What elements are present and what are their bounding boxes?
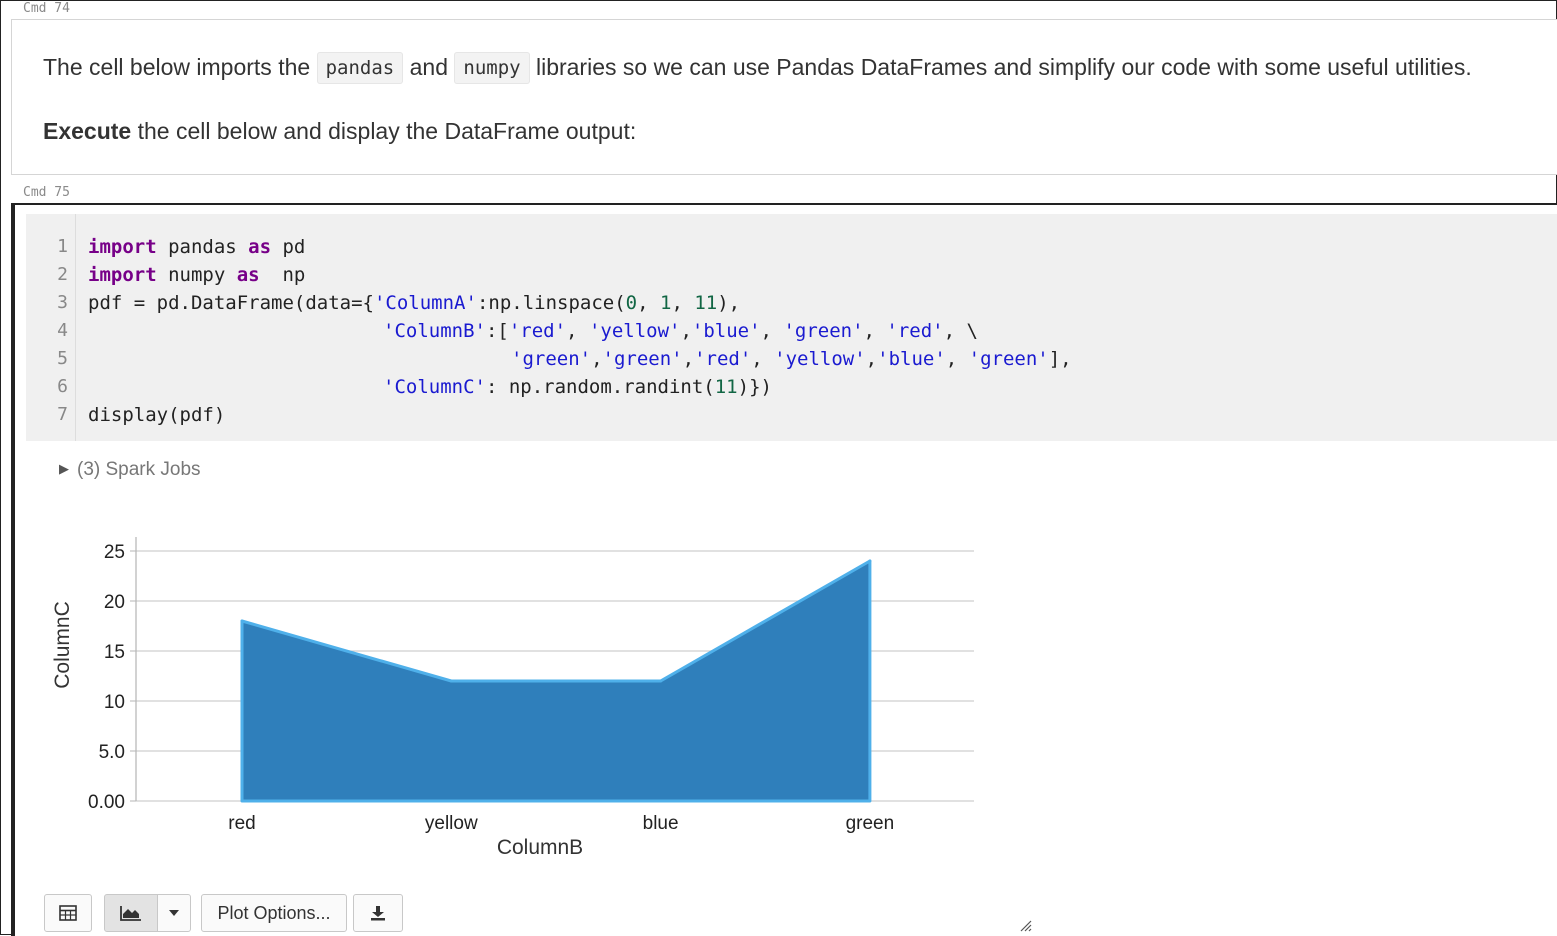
md-bold-execute: Execute [43,118,132,144]
table-icon [59,905,77,921]
cmd-74-label: Cmd 74 [23,1,70,16]
chart-view-button[interactable] [104,894,158,932]
x-tick-label: yellow [425,813,478,834]
x-tick-label: blue [643,813,679,834]
x-axis-title: ColumnB [497,836,583,859]
data-point [659,679,663,683]
markdown-paragraph-1: The cell below imports the pandas and nu… [43,52,1472,84]
area-series [240,559,872,803]
cmd-75-label: Cmd 75 [23,185,70,200]
inline-code-pandas: pandas [316,52,404,84]
download-icon [371,906,385,921]
y-tick-label: 20 [104,592,125,613]
y-tick-label: 15 [104,642,125,663]
download-button[interactable] [353,894,403,932]
area-chart-icon [120,906,141,921]
area-chart: 0.00 5.0 10 15 20 25 red yellow blue green ColumnB… [51,537,974,859]
x-tick-label: red [228,813,255,834]
markdown-paragraph-2: Execute the cell below and display the D… [43,118,636,145]
x-tick-label: green [846,813,895,834]
data-point [449,679,453,683]
md-text-rest: the cell below and display the DataFrame… [137,118,637,144]
resize-handle-icon[interactable] [1019,919,1033,933]
chart-type-dropdown[interactable] [157,894,191,932]
table-view-button[interactable] [44,894,92,932]
y-tick-label: 10 [104,692,125,713]
data-point [240,619,244,623]
code-text: ], [1048,348,1072,370]
plot-options-button[interactable]: Plot Options... [201,894,347,932]
md-text-and: and [409,54,448,80]
caret-down-icon [169,910,179,916]
code-cell[interactable]: 1 2 3 4 5 6 7 import pandas as pd import… [11,203,1557,936]
y-tick-label: 5.0 [99,742,125,763]
data-point [868,559,872,563]
md-text-suffix: libraries so we can use Pandas DataFrame… [535,54,1472,80]
markdown-cell[interactable]: The cell below imports the pandas and nu… [11,19,1557,175]
y-tick-label: 0.00 [88,792,125,813]
y-axis-title: ColumnC [51,601,74,689]
md-text-prefix: The cell below imports the [43,54,311,80]
y-tick-label: 25 [104,542,125,563]
inline-code-numpy: numpy [454,52,530,84]
